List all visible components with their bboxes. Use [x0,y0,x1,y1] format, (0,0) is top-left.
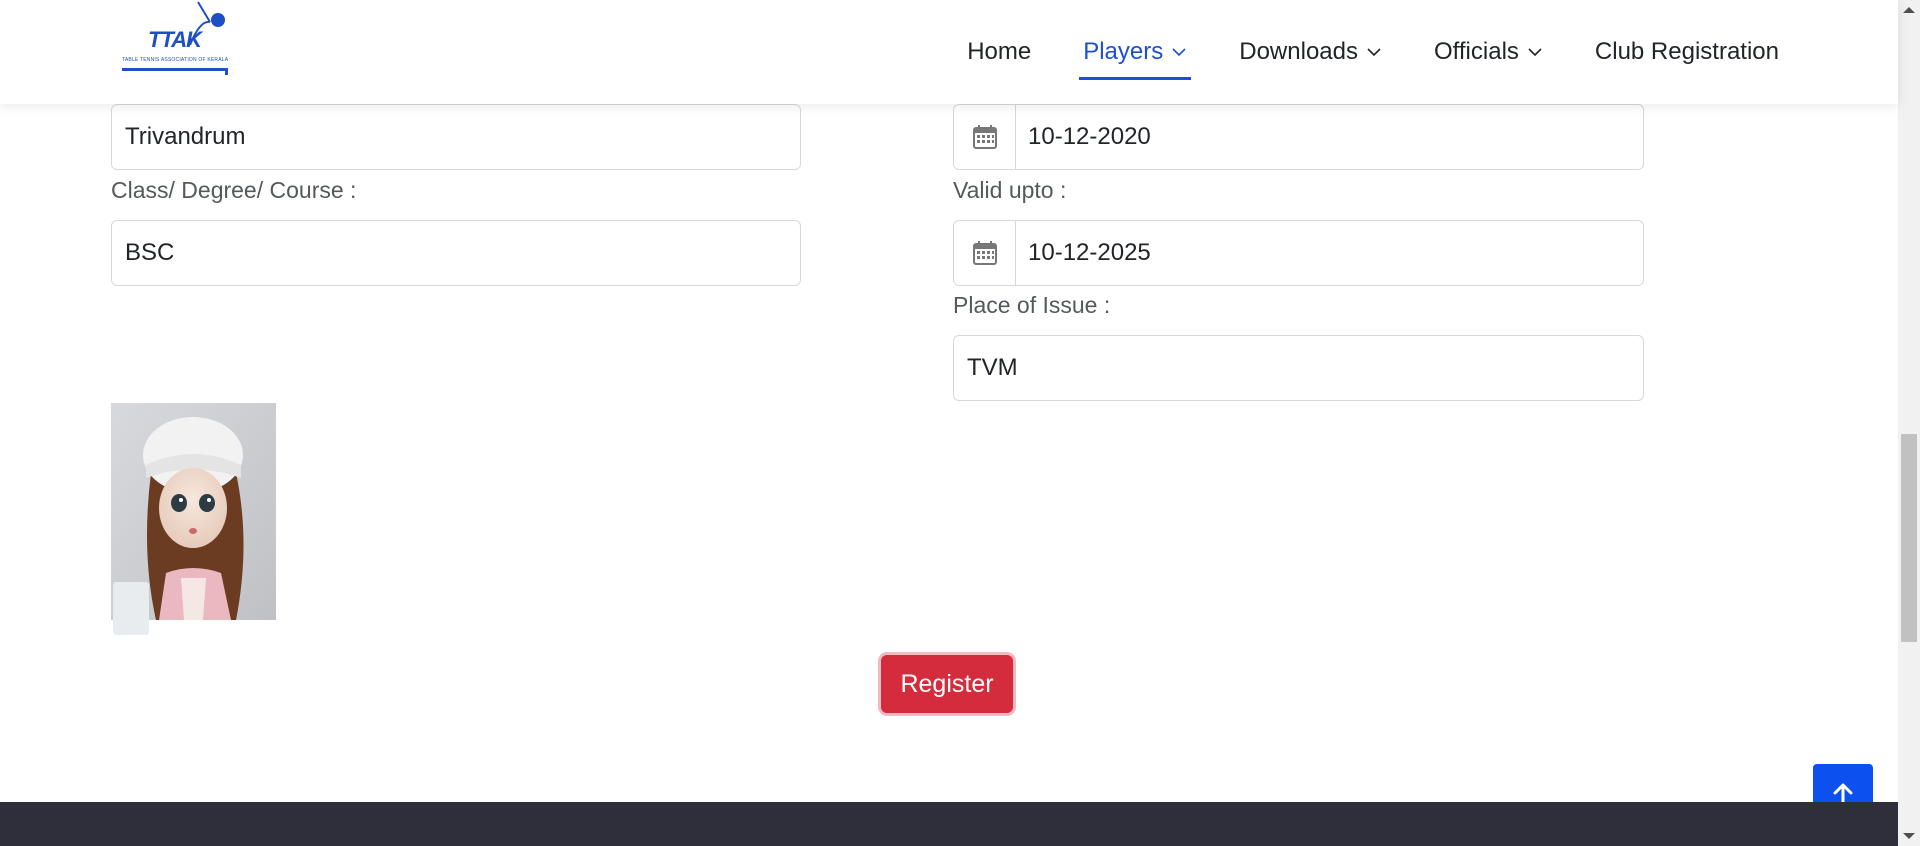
scroll-thumb[interactable] [1901,434,1917,642]
nav-item-label: Players [1083,38,1164,65]
valid-upto-value: 10-12-2025 [1028,239,1151,266]
course-label: Class/ Degree/ Course : [111,177,357,203]
logo-text: TTAK [148,27,202,52]
valid-upto-label: Valid upto : [953,177,1067,203]
page-scrollbar[interactable] [1898,0,1920,846]
nav-item-label: Downloads [1239,38,1358,65]
register-button[interactable]: Register [881,655,1013,713]
place-of-issue-value: TVM [967,354,1018,381]
nav-item-label: Officials [1433,38,1519,65]
place-of-issue-field[interactable]: TVM [953,335,1644,401]
nav-item-club-registration[interactable]: Club Registration [1595,30,1779,74]
nav-item-label: Home [967,38,1032,65]
site-footer [0,802,1898,846]
nav-item-label: Club Registration [1594,38,1779,65]
logo-subtitle: TABLE TENNIS ASSOCIATION OF KERALA [122,57,229,63]
chevron-down-icon [1172,48,1186,57]
city-value: Trivandrum [125,123,246,150]
logo-underline [122,68,228,71]
calendar-icon[interactable] [954,105,1016,169]
logo-underline-tick [225,68,228,75]
calendar-icon[interactable] [954,221,1016,285]
nav-item-officials[interactable]: Officials [1434,30,1543,74]
site-header: TTAK TABLE TENNIS ASSOCIATION OF KERALA … [0,0,1898,104]
nav-item-players[interactable]: Players [1079,30,1192,80]
main-nav: Home Players Downloads Officials Club Re… [915,0,1779,104]
ttak-logo[interactable]: TTAK TABLE TENNIS ASSOCIATION OF KERALA [120,0,230,78]
place-of-issue-label: Place of Issue : [953,292,1111,318]
issue-date-field[interactable]: 10-12-2020 [953,104,1644,170]
chevron-down-icon [1528,48,1542,57]
nav-item-home[interactable]: Home [967,30,1031,74]
course-value: BSC [125,239,175,266]
photo-thumbnail-overlay[interactable] [113,582,149,635]
city-field[interactable]: Trivandrum [111,104,801,170]
scroll-down-arrow[interactable] [1903,833,1915,839]
course-field[interactable]: BSC [111,220,801,286]
nav-item-downloads[interactable]: Downloads [1239,30,1382,74]
valid-upto-field[interactable]: 10-12-2025 [953,220,1644,286]
issue-date-value: 10-12-2020 [1028,123,1151,150]
scroll-up-arrow[interactable] [1903,7,1915,13]
chevron-down-icon [1367,48,1381,57]
